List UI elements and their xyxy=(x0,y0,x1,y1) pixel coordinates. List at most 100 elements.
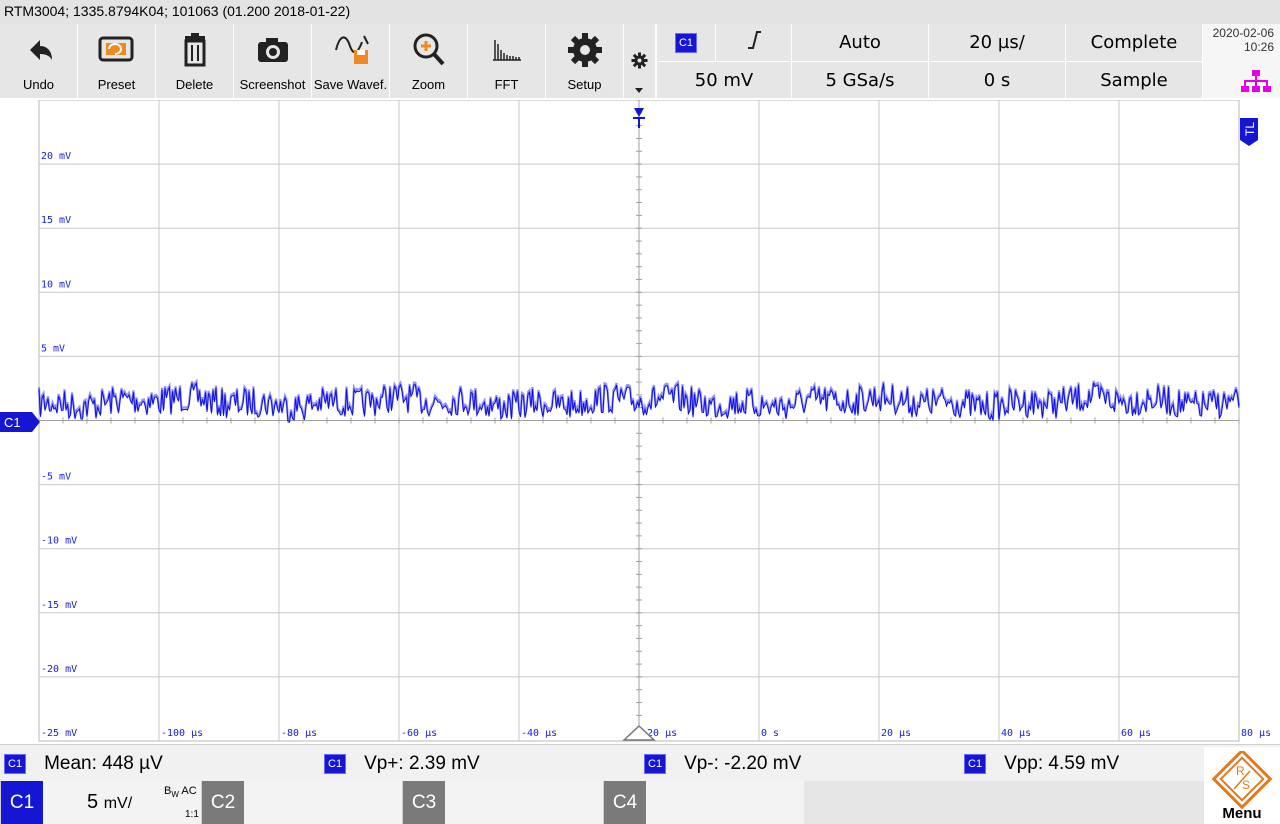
chevron-down-icon xyxy=(635,88,643,93)
x-axis-label: -60 µs xyxy=(401,728,437,739)
fft-label: FFT xyxy=(494,77,519,92)
setup-button[interactable]: Setup xyxy=(546,24,624,98)
menu-label: Menu xyxy=(1222,805,1262,822)
preset-button[interactable]: Preset xyxy=(78,24,156,98)
y-axis-label: -5 mV xyxy=(41,472,71,483)
zoom-button[interactable]: Zoom xyxy=(390,24,468,98)
undo-arrow-icon xyxy=(0,28,77,72)
measurement-channel-badge: C1 xyxy=(644,754,667,774)
date-text: 2020-02-06 xyxy=(1212,26,1274,40)
network-icon xyxy=(1241,70,1271,96)
trigger-slope[interactable] xyxy=(716,24,791,61)
measurement-bar: C1 Mean: 448 µV C1 Vp+: 2.39 mV C1 Vp-: … xyxy=(0,744,1280,782)
screenshot-button[interactable]: Screenshot xyxy=(234,24,312,98)
channel-c2-label: C2 xyxy=(202,781,244,824)
channel-marker-label: C1 xyxy=(4,415,21,430)
y-axis-label: 15 mV xyxy=(41,215,71,226)
y-axis-label: 5 mV xyxy=(41,343,65,354)
zoom-in-icon xyxy=(390,28,467,72)
fft-spectrum-icon xyxy=(468,28,545,72)
x-axis-label: -100 µs xyxy=(161,728,203,739)
channel-c4-tab[interactable]: C4 xyxy=(603,781,804,824)
bandwidth-sub: W xyxy=(171,790,179,800)
channel-c1-scale-unit: mV/ xyxy=(103,795,133,812)
y-axis-label: 20 mV xyxy=(41,151,71,162)
channel-bar: C1 5 mV/ BW AC 1:1 C2 C3 C4 RS Menu xyxy=(0,747,1280,824)
measurement-mean[interactable]: C1 Mean: 448 µV xyxy=(4,752,163,776)
save-waveform-button[interactable]: Save Wavef. xyxy=(312,24,390,98)
measurement-vpp-text: Vpp: 4.59 mV xyxy=(1004,753,1120,774)
menu-button[interactable]: RS Menu xyxy=(1204,747,1280,824)
gear-icon xyxy=(546,28,623,72)
channel-c1-probe: 1:1 xyxy=(185,809,199,820)
channel-offset-marker[interactable]: C1 xyxy=(0,412,40,432)
x-axis-label: 0 s xyxy=(761,728,779,739)
waveform-grid: 20 mV 15 mV 10 mV 5 mV -5 mV -10 mV -15 mV -20 … xyxy=(0,99,1271,742)
y-axis-label: -10 mV xyxy=(41,536,77,547)
small-gear-icon xyxy=(631,52,648,73)
channel-c3-tab[interactable]: C3 xyxy=(402,781,603,824)
instrument-title: RTM3004; 1335.8794K04; 101063 (01.200 20… xyxy=(4,3,351,19)
screenshot-label: Screenshot xyxy=(239,77,306,92)
x-axis-label: 20 µs xyxy=(881,728,911,739)
save-waveform-label: Save Wavef. xyxy=(313,77,388,92)
trigger-level-marker[interactable]: TL xyxy=(1240,118,1258,146)
measurement-vp-minus-text: Vp-: -2.20 mV xyxy=(684,753,802,774)
zoom-label: Zoom xyxy=(411,77,446,92)
measurement-channel-badge: C1 xyxy=(964,754,987,774)
sample-rate[interactable]: 5 GSa/s xyxy=(792,62,928,98)
x-axis-label: 80 µs xyxy=(1241,728,1271,739)
preset-label: Preset xyxy=(97,77,136,92)
undo-label: Undo xyxy=(22,77,55,92)
channel-c4-label: C4 xyxy=(604,781,646,824)
acquisition-mode[interactable]: Sample xyxy=(1066,62,1202,98)
measurement-vp-plus-text: Vp+: 2.39 mV xyxy=(364,753,480,774)
channel-c1-tab[interactable]: C1 5 mV/ BW AC 1:1 xyxy=(0,781,201,824)
timebase-scale[interactable]: 20 µs/ xyxy=(929,24,1065,61)
x-axis-label: -40 µs xyxy=(521,728,557,739)
acquisition-status[interactable]: Complete xyxy=(1066,24,1202,61)
horizontal-position[interactable]: 0 s xyxy=(929,62,1065,98)
setup-label: Setup xyxy=(567,77,602,92)
camera-icon xyxy=(234,28,311,72)
y-axis-label: -15 mV xyxy=(41,600,77,611)
measurement-vpp[interactable]: C1 Vpp: 4.59 mV xyxy=(964,752,1119,776)
waveform-display[interactable]: 20 mV 15 mV 10 mV 5 mV -5 mV -10 mV -15 mV -20 … xyxy=(0,99,1280,742)
y-axis-label: -25 mV xyxy=(41,728,77,739)
time-text: 10:26 xyxy=(1243,40,1274,54)
measurement-vp-minus[interactable]: C1 Vp-: -2.20 mV xyxy=(644,752,801,776)
trash-icon xyxy=(156,28,233,72)
trigger-mode[interactable]: Auto xyxy=(792,24,928,61)
trigger-level[interactable]: 50 mV xyxy=(657,62,791,98)
fft-button[interactable]: FFT xyxy=(468,24,546,98)
trigger-source-badge: C1 xyxy=(674,32,698,53)
trigger-level-label: TL xyxy=(1243,122,1257,136)
toolbar: Undo Preset Delete Screenshot Save Wavef… xyxy=(0,24,1280,100)
undo-button[interactable]: Undo xyxy=(0,24,78,98)
y-axis-label: 10 mV xyxy=(41,279,71,290)
svg-text:R: R xyxy=(1236,764,1245,778)
settings-dropdown[interactable] xyxy=(624,24,655,98)
x-axis-label: -80 µs xyxy=(281,728,317,739)
delete-label: Delete xyxy=(175,77,214,92)
delete-button[interactable]: Delete xyxy=(156,24,234,98)
channel-c1-bandwidth: BW AC xyxy=(164,785,197,799)
svg-text:S: S xyxy=(1242,778,1250,792)
status-area: 2020-02-06 10:26 xyxy=(1203,24,1280,98)
channel-c1-scale-value: 5 xyxy=(87,791,99,813)
channel-c1-coupling: AC xyxy=(181,785,197,797)
measurement-vp-plus[interactable]: C1 Vp+: 2.39 mV xyxy=(324,752,480,776)
measurement-channel-badge: C1 xyxy=(324,754,347,774)
channel-c1-label: C1 xyxy=(1,781,43,824)
channel-c2-tab[interactable]: C2 xyxy=(201,781,402,824)
trigger-source[interactable]: C1 xyxy=(657,24,715,61)
datetime: 2020-02-06 10:26 xyxy=(1213,26,1274,54)
channel-c1-scale: 5 mV/ xyxy=(87,791,132,814)
preset-icon xyxy=(78,28,155,72)
measurement-mean-text: Mean: 448 µV xyxy=(44,753,163,774)
x-axis-label: 60 µs xyxy=(1121,728,1151,739)
rising-edge-icon xyxy=(744,29,764,56)
y-axis-label: -20 mV xyxy=(41,664,77,675)
measurement-channel-badge: C1 xyxy=(4,754,27,774)
x-axis-label: 40 µs xyxy=(1001,728,1031,739)
